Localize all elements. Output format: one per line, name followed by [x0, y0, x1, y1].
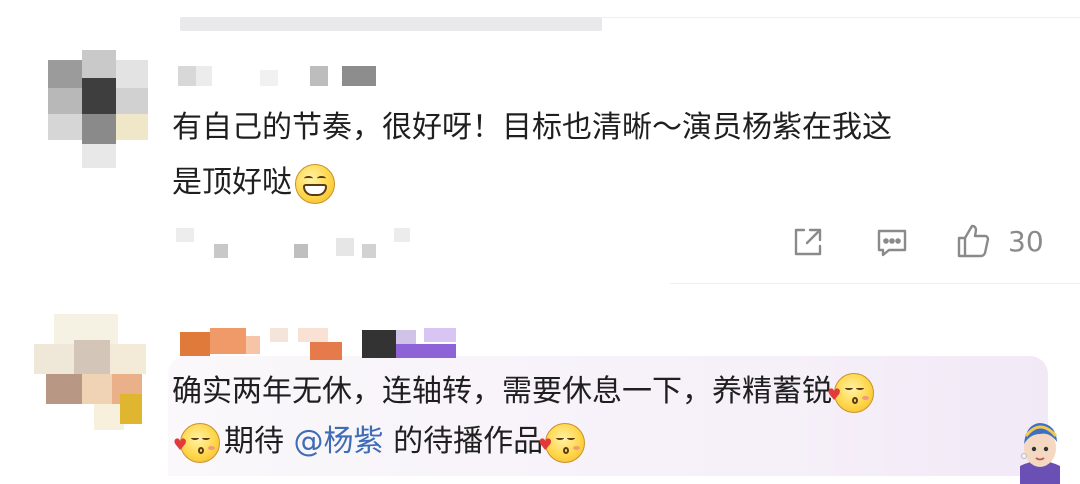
- kissing-face-icon: ♥: [827, 372, 874, 413]
- grinning-face-icon: [295, 163, 335, 204]
- kissing-face-icon: ♥: [538, 422, 586, 463]
- comment-text-prefix: 期待: [224, 424, 284, 459]
- comment-text-line-2-text: 是顶好哒: [172, 165, 292, 200]
- comment-text-line-1: 有自己的节奏，很好呀！目标也清晰～演员杨紫在我这: [172, 110, 892, 145]
- like-count: 30: [1008, 225, 1044, 258]
- mention-link[interactable]: @杨紫: [294, 424, 384, 459]
- kissing-face-icon: ♥: [173, 422, 220, 463]
- comment-meta-redacted: [176, 228, 416, 262]
- thumbs-up-icon[interactable]: [956, 222, 992, 264]
- top-divider: [602, 17, 1080, 18]
- top-redacted-bar: [180, 17, 602, 31]
- username[interactable]: [178, 66, 378, 88]
- comment-text-suffix: 的待播作品: [393, 424, 544, 459]
- decorative-avatar-sticker: [1012, 414, 1068, 484]
- comment-text-line-1: 确实两年无休，连轴转，需要休息一下，养精蓄锐 ♥: [172, 364, 876, 419]
- share-icon[interactable]: [790, 224, 826, 264]
- username[interactable]: [180, 326, 460, 360]
- comment-text-line-1-text: 确实两年无休，连轴转，需要休息一下，养精蓄锐: [172, 374, 832, 409]
- avatar[interactable]: [48, 50, 148, 168]
- comments-divider: [670, 283, 1080, 284]
- avatar[interactable]: [34, 314, 146, 438]
- comment-text-line-2: 是顶好哒: [172, 155, 335, 210]
- comment-text-line-2: ♥ 期待 @杨紫 的待播作品 ♥: [172, 414, 587, 469]
- comment-icon[interactable]: [874, 224, 910, 264]
